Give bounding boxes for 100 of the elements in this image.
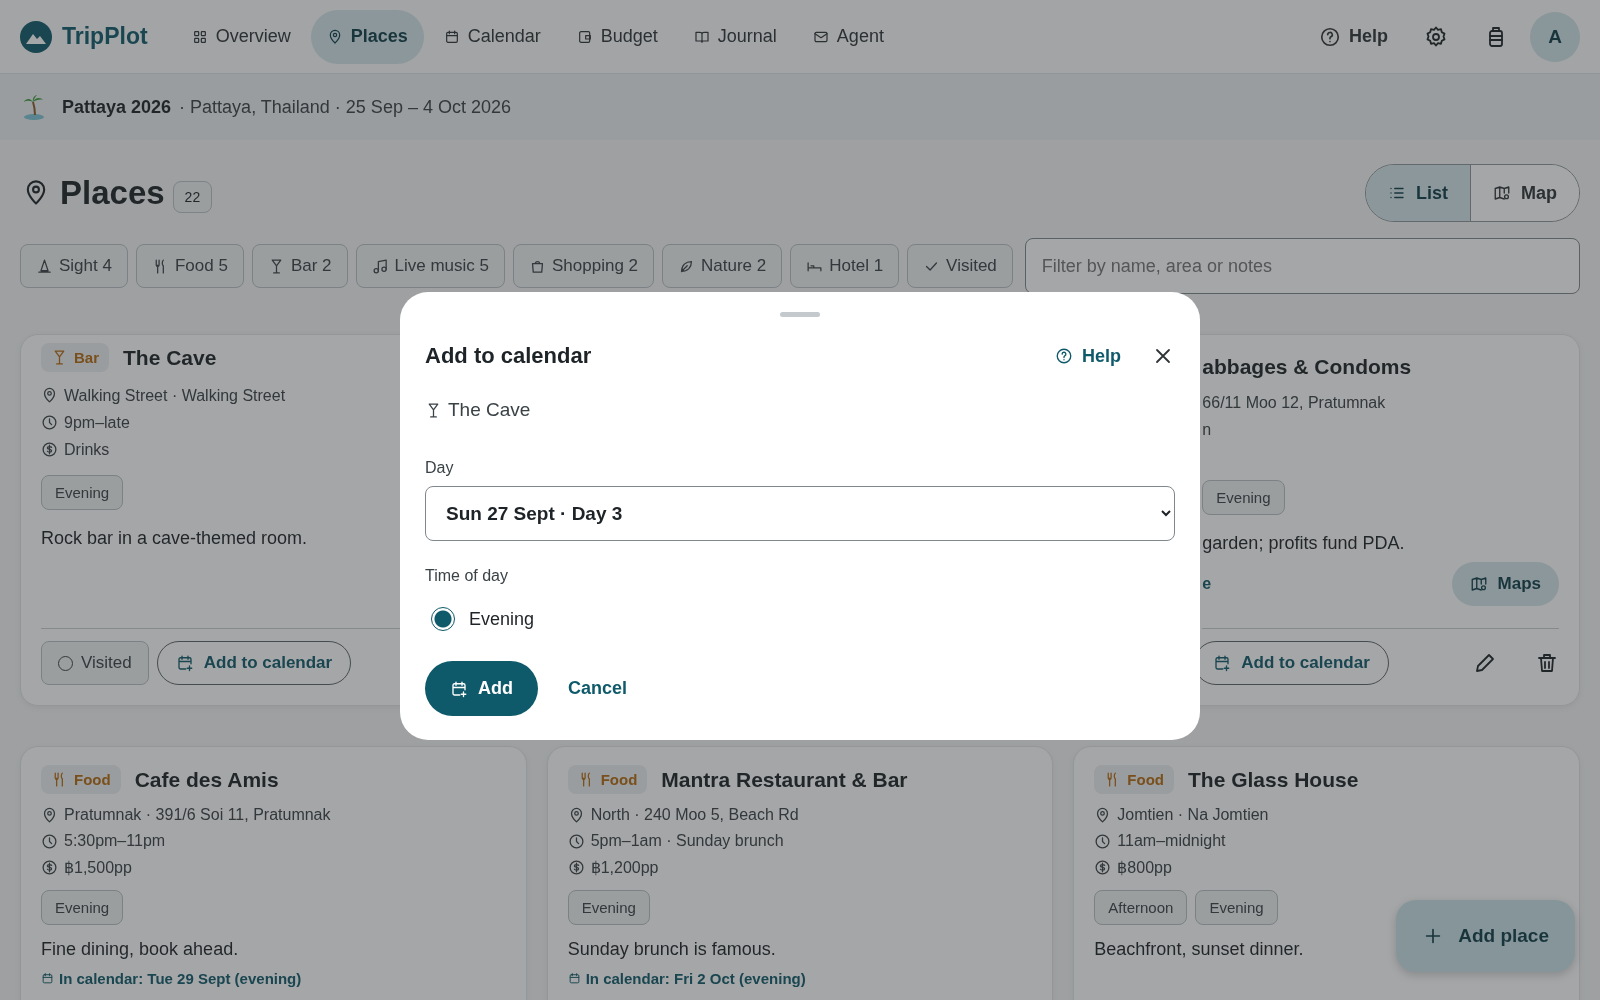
- clock-icon: [41, 832, 58, 850]
- wallet-icon: [576, 28, 593, 45]
- place-price: Drinks: [64, 440, 110, 459]
- place-note: Fine dining, book ahead.: [41, 939, 239, 960]
- dialog-title: Add to calendar: [425, 343, 592, 369]
- place-note: Sunday brunch is famous.: [567, 939, 776, 960]
- view-toggle-button[interactable]: Map: [1470, 165, 1579, 221]
- place-name: The Glass House: [1188, 767, 1359, 792]
- time-tag: Evening: [1195, 890, 1278, 925]
- time-tag: Evening: [41, 890, 124, 925]
- place-hours: 5:30pm–11pm: [64, 832, 166, 850]
- category-badge: Bar: [41, 343, 109, 372]
- time-tag: Evening: [567, 890, 650, 925]
- help-icon: [1055, 347, 1073, 365]
- nav-tab[interactable]: Calendar: [427, 9, 557, 64]
- time-tag: Afternoon: [1094, 890, 1188, 925]
- drag-handle[interactable]: [780, 312, 820, 317]
- map-icon: [1469, 575, 1488, 593]
- field-label: Day: [425, 459, 455, 477]
- place-price: ฿1,200pp: [590, 857, 659, 877]
- help-link[interactable]: Help: [1055, 345, 1121, 367]
- calendar-status: In calendar: Fri 2 Oct (evening): [585, 970, 806, 987]
- dollar-icon: [1094, 858, 1112, 876]
- nav-tab[interactable]: Places: [310, 9, 424, 64]
- place-hours: 5pm–1am · Sunday brunch: [590, 832, 784, 850]
- edit-icon[interactable]: [1473, 651, 1497, 675]
- add-place-button[interactable]: Add place: [1396, 900, 1575, 972]
- palm-tree-icon: [22, 93, 46, 121]
- calendar-status: In calendar: Tue 29 Sept (evening): [59, 970, 302, 987]
- time-tag: Evening: [41, 475, 124, 510]
- dollar-icon: [41, 858, 58, 876]
- category-badge: Food: [41, 765, 121, 794]
- place-note: Rock bar in a cave-themed room.: [41, 528, 308, 549]
- category-badge: Food: [567, 765, 648, 794]
- place-name: abbages & Condoms: [1202, 355, 1413, 379]
- clock-icon: [41, 414, 58, 431]
- clock-icon: [567, 832, 585, 850]
- help-icon: [1319, 25, 1341, 48]
- filter-chip[interactable]: Nature 2: [662, 244, 783, 288]
- filter-chip[interactable]: Visited: [907, 244, 1013, 288]
- calendar-icon: [567, 972, 581, 985]
- dollar-icon: [567, 858, 585, 876]
- place-price: ฿1,500pp: [64, 857, 132, 877]
- pin-icon: [41, 806, 58, 824]
- filter-chip[interactable]: Bar 2: [251, 244, 348, 288]
- map-icon: [1493, 184, 1511, 202]
- filter-chip[interactable]: Live music 5: [355, 244, 505, 288]
- time-tag: Evening: [1202, 480, 1285, 515]
- nav-tab[interactable]: Overview: [175, 9, 307, 64]
- filter-chip[interactable]: Food 5: [135, 244, 244, 288]
- trip-name: Pattaya 2026: [62, 96, 172, 118]
- calendar-icon: [41, 972, 54, 985]
- dollar-icon: [41, 441, 58, 458]
- place-area: North · 240 Moo 5, Beach Rd: [590, 806, 799, 824]
- calendar-plus-icon: [1213, 654, 1232, 672]
- place-area: Jomtien · Na Jomtien: [1117, 806, 1269, 824]
- place-name: Mantra Restaurant & Bar: [661, 767, 908, 792]
- filter-field[interactable]: Filter by name, area or notes: [1024, 238, 1580, 294]
- filter-chip[interactable]: Sight 4: [20, 244, 128, 288]
- cancel-button[interactable]: Cancel: [552, 666, 644, 711]
- trip-details: · Pattaya, Thailand · 25 Sep – 4 Oct 2026: [179, 96, 511, 118]
- calendar-plus-icon: [175, 654, 194, 672]
- radio-button[interactable]: [431, 607, 455, 631]
- nav-tab[interactable]: Budget: [560, 9, 674, 64]
- clock-icon: [1094, 832, 1112, 850]
- filter-chip[interactable]: Hotel 1: [790, 244, 900, 288]
- day-select[interactable]: Sun 27 Sept · Day 3: [425, 486, 1175, 541]
- add-to-calendar-button[interactable]: Add to calendar: [156, 641, 352, 685]
- page-title: Places: [60, 174, 165, 212]
- help-link[interactable]: Help: [1319, 25, 1388, 48]
- place-hours: 11am–midnight: [1117, 832, 1226, 850]
- place-note: garden; profits fund PDA.: [1202, 533, 1405, 554]
- place-note: Beachfront, sunset dinner.: [1094, 939, 1304, 960]
- count-badge: 22: [172, 181, 213, 213]
- place-hours: 9pm–late: [64, 413, 130, 432]
- pin-icon: [41, 387, 58, 404]
- cone-icon: [36, 257, 53, 275]
- nav-tab[interactable]: Journal: [677, 9, 793, 64]
- place-area: Pratumnak · 391/6 Soi 11, Pratumnak: [64, 806, 331, 824]
- avatar[interactable]: A: [1530, 11, 1580, 62]
- nav-tab[interactable]: Agent: [796, 9, 900, 64]
- place-name: The Cave: [448, 399, 531, 421]
- delete-icon[interactable]: [1535, 651, 1559, 675]
- calendar-plus-icon: [450, 679, 468, 698]
- settings-icon[interactable]: [1424, 24, 1448, 49]
- view-toggle-button[interactable]: List: [1366, 165, 1470, 221]
- filter-chip[interactable]: Shopping 2: [513, 244, 655, 288]
- visited-toggle[interactable]: Visited: [41, 641, 149, 685]
- maps-button[interactable]: Maps: [1451, 562, 1559, 606]
- place-area: Walking Street · Walking Street: [64, 386, 286, 405]
- place-link[interactable]: e: [1202, 575, 1212, 593]
- place-hours: n: [1202, 420, 1212, 439]
- category-badge: Food: [1094, 765, 1174, 794]
- logo-icon: [20, 20, 52, 53]
- place-address: 66/11 Moo 12, Pratumnak: [1202, 393, 1386, 412]
- field-label: Time of day: [425, 567, 509, 585]
- place-price: ฿800pp: [1117, 857, 1172, 877]
- app-name: TripPlot: [62, 23, 148, 50]
- add-button[interactable]: Add: [425, 661, 538, 716]
- grid-icon: [191, 28, 208, 45]
